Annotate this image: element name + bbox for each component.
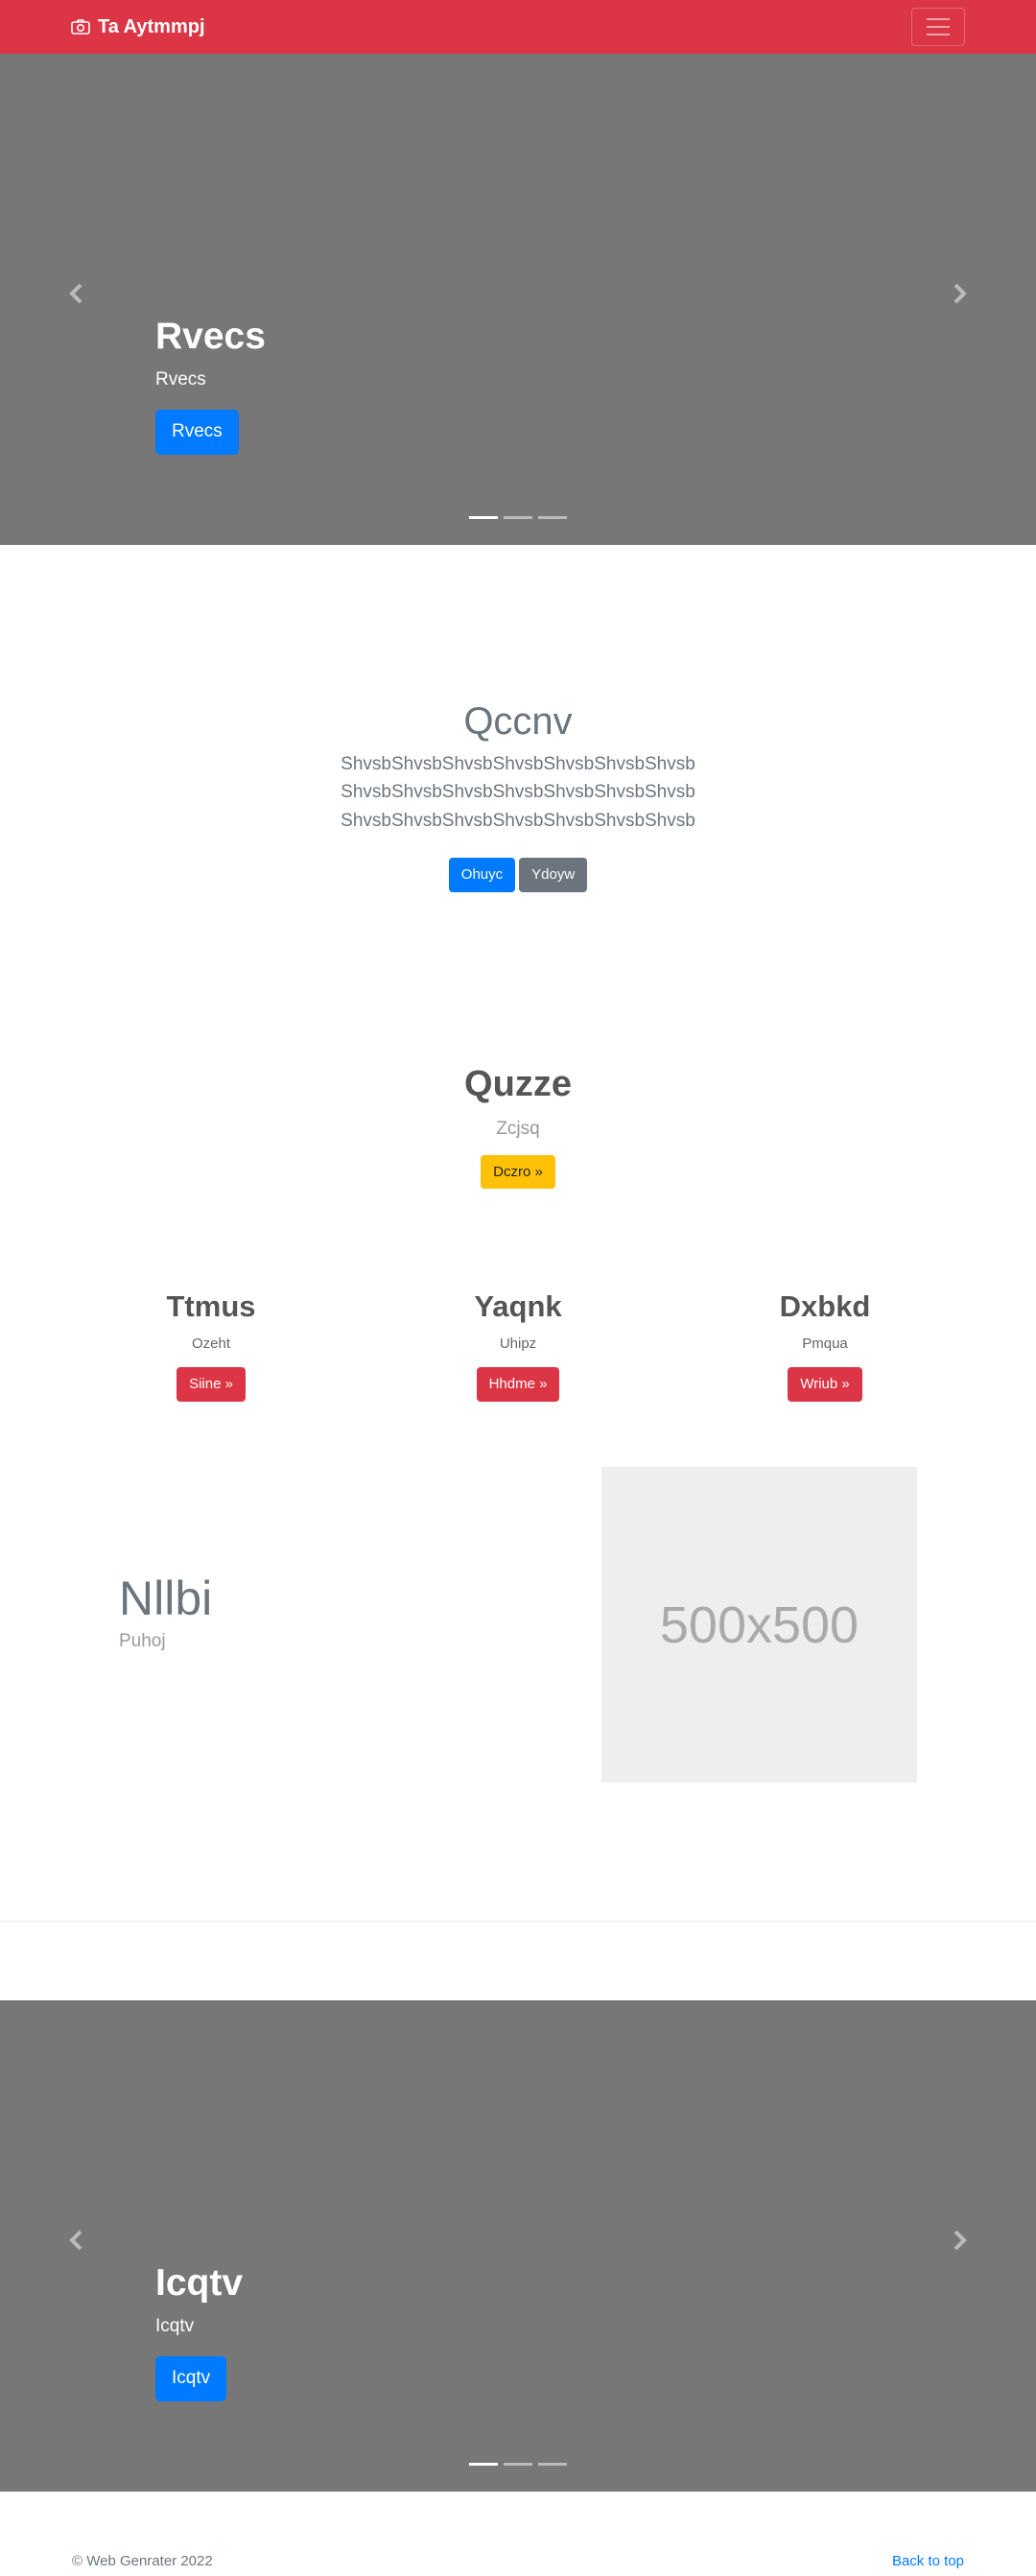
carousel-title: Icqtv	[155, 2262, 244, 2304]
jumbotron: Qccnv ShvsbShvsbShvsbShvsbShvsbShvsbShvs…	[0, 698, 1036, 892]
carousel-text: Rvecs	[155, 368, 206, 390]
placeholder-image: 500x500	[601, 1467, 917, 1783]
carousel-indicator-3[interactable]	[538, 516, 567, 519]
feature-button[interactable]: Dczro »	[481, 1154, 555, 1190]
carousel-indicators	[0, 2463, 1036, 2466]
brand-label: Ta Aytmmpj	[98, 15, 205, 37]
footer-copyright: © Web Genrater 2022	[72, 2553, 213, 2569]
jumbotron-buttons: Ohuyc Ydoyw	[0, 858, 1036, 892]
feature-section: Quzze Zcjsq Dczro »	[0, 1063, 1036, 1190]
carousel-text: Icqtv	[155, 2315, 195, 2336]
jumbotron-title: Qccnv	[463, 700, 573, 743]
featurette-subtitle: Puhoj	[119, 1631, 166, 1651]
navbar-brand[interactable]: Ta Aytmmpj	[71, 13, 205, 40]
column-button[interactable]: Hhdme »	[476, 1367, 560, 1402]
feature-title: Quzze	[464, 1064, 572, 1104]
primary-button[interactable]: Ohuyc	[448, 858, 516, 892]
hero-carousel: Rvecs Rvecs Rvecs	[0, 54, 1036, 545]
column-text: Pmqua	[802, 1335, 848, 1353]
column-title: Yaqnk	[474, 1289, 562, 1323]
carousel-indicator-2[interactable]	[504, 2463, 532, 2466]
navbar-toggler-button[interactable]	[911, 8, 965, 46]
divider	[0, 1921, 1036, 1922]
placeholder-label: 500x500	[659, 1595, 859, 1654]
column-text: Ozeht	[191, 1335, 231, 1353]
carousel-title: Rvecs	[155, 316, 266, 357]
carousel-caption: Rvecs Rvecs Rvecs	[155, 315, 266, 456]
back-to-top-link[interactable]: Back to top	[892, 2553, 964, 2569]
column-1: Ttmus Ozeht Siine »	[115, 1288, 307, 1402]
column-3: Dxbkd Pmqua Wriub »	[729, 1288, 921, 1402]
carousel-prev-icon[interactable]	[67, 282, 86, 305]
carousel-prev-icon[interactable]	[67, 2229, 86, 2252]
featurette-text: Nllbi Puhoj	[119, 1570, 212, 1652]
carousel-button[interactable]: Icqtv	[155, 2356, 227, 2402]
jumbotron-lead: ShvsbShvsbShvsbShvsbShvsbShvsbShvsb Shvs…	[341, 754, 695, 831]
navbar: Ta Aytmmpj	[0, 0, 1036, 54]
column-button[interactable]: Wriub »	[788, 1367, 862, 1402]
carousel-indicator-3[interactable]	[538, 2463, 567, 2466]
camera-icon	[71, 19, 90, 35]
carousel-indicators	[0, 516, 1036, 519]
featurette-title: Nllbi	[119, 1572, 213, 1625]
carousel-indicator-1[interactable]	[469, 2463, 498, 2466]
column-title: Ttmus	[166, 1289, 256, 1323]
hamburger-icon	[927, 18, 950, 20]
carousel-next-icon[interactable]	[950, 2229, 969, 2252]
column-2: Yaqnk Uhipz Hhdme »	[422, 1288, 614, 1402]
column-button[interactable]: Siine »	[177, 1367, 246, 1402]
carousel-indicator-2[interactable]	[504, 516, 532, 519]
secondary-button[interactable]: Ydoyw	[519, 858, 588, 892]
carousel-button[interactable]: Rvecs	[155, 410, 239, 456]
carousel-indicator-1[interactable]	[469, 516, 498, 519]
carousel-next-icon[interactable]	[950, 282, 969, 305]
column-text: Uhipz	[499, 1335, 537, 1353]
feature-text: Zcjsq	[496, 1118, 540, 1139]
bottom-carousel: Icqtv Icqtv Icqtv	[0, 2000, 1036, 2492]
column-title: Dxbkd	[779, 1289, 871, 1323]
carousel-caption: Icqtv Icqtv Icqtv	[155, 2261, 244, 2402]
